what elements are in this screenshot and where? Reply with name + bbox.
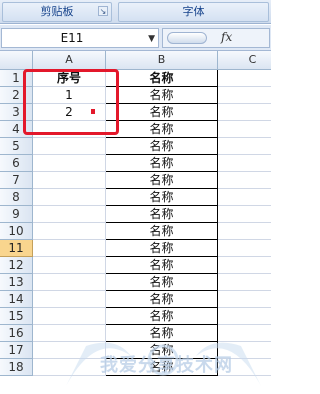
clipboard-group-label: 剪贴板 [40,5,74,18]
formula-input[interactable]: fx [162,28,270,48]
cell-b[interactable]: 名称 [106,172,218,189]
cell-a[interactable] [33,155,106,172]
font-group[interactable]: 字体 [118,2,269,22]
cell-c[interactable] [218,206,271,223]
cell-b[interactable]: 名称 [106,223,218,240]
cell-b[interactable]: 名称 [106,104,218,121]
row-header[interactable]: 12 [0,257,33,274]
cell-c[interactable] [218,240,271,257]
cell-c[interactable] [218,189,271,206]
cell-b[interactable]: 名称 [106,257,218,274]
cell-a[interactable] [33,189,106,206]
column-header-c[interactable]: C [218,51,271,70]
highlight-annotation-box [23,69,119,135]
cell-b[interactable]: 名称 [106,206,218,223]
cell-c[interactable] [218,138,271,155]
row-header[interactable]: 13 [0,274,33,291]
name-box-value: E11 [60,31,84,45]
row-header[interactable]: 7 [0,172,33,189]
cell-c[interactable] [218,87,271,104]
cell-c[interactable] [218,291,271,308]
insert-function-icon[interactable]: fx [221,30,232,44]
cell-a[interactable] [33,138,106,155]
font-group-label: 字体 [182,5,205,18]
cell-b[interactable]: 名称 [106,87,218,104]
dialog-launcher-icon[interactable]: ↘ [98,6,108,16]
row-header[interactable]: 9 [0,206,33,223]
row-header[interactable]: 10 [0,223,33,240]
cell-c[interactable] [218,223,271,240]
clipboard-group[interactable]: 剪贴板 ↘ [2,2,112,22]
cell-a[interactable] [33,206,106,223]
cell-b[interactable]: 名称 [106,291,218,308]
cell-c[interactable] [218,155,271,172]
formula-bar: E11 ▼ fx [0,25,271,51]
chevron-down-icon[interactable]: ▼ [148,34,155,44]
watermark-text: 我爱分享技术网 [100,355,233,376]
cell-b[interactable]: 名称 [106,70,218,87]
cell-b[interactable]: 名称 [106,189,218,206]
row-header[interactable]: 11 [0,240,33,257]
cell-a[interactable] [33,291,106,308]
row-header[interactable]: 15 [0,308,33,325]
cell-c[interactable] [218,274,271,291]
formula-bar-resize-handle[interactable] [167,32,207,44]
cell-c[interactable] [218,257,271,274]
row-header[interactable]: 14 [0,291,33,308]
row-header[interactable]: 8 [0,189,33,206]
name-box[interactable]: E11 ▼ [1,28,159,48]
cell-c[interactable] [218,121,271,138]
row-header[interactable]: 17 [0,342,33,359]
cell-b[interactable]: 名称 [106,240,218,257]
cell-b[interactable]: 名称 [106,308,218,325]
watermark-logo: 我爱分享技术网 [56,326,271,394]
row-header[interactable]: 16 [0,325,33,342]
cell-b[interactable]: 名称 [106,274,218,291]
cell-a[interactable] [33,274,106,291]
select-all-corner[interactable] [0,51,33,70]
column-header-a[interactable]: A [33,51,106,70]
row-header[interactable]: 18 [0,359,33,376]
annotation-marker [91,109,95,114]
cell-a[interactable] [33,308,106,325]
cell-c[interactable] [218,172,271,189]
cell-a[interactable] [33,172,106,189]
cell-c[interactable] [218,308,271,325]
row-header[interactable]: 5 [0,138,33,155]
cell-b[interactable]: 名称 [106,155,218,172]
cell-b[interactable]: 名称 [106,138,218,155]
cell-a[interactable] [33,223,106,240]
ribbon-group-strip: 剪贴板 ↘ 字体 [0,0,271,24]
column-header-b[interactable]: B [106,51,218,70]
cell-a[interactable] [33,240,106,257]
cell-b[interactable]: 名称 [106,121,218,138]
cell-a[interactable] [33,257,106,274]
cell-c[interactable] [218,70,271,87]
cell-c[interactable] [218,104,271,121]
row-header[interactable]: 6 [0,155,33,172]
